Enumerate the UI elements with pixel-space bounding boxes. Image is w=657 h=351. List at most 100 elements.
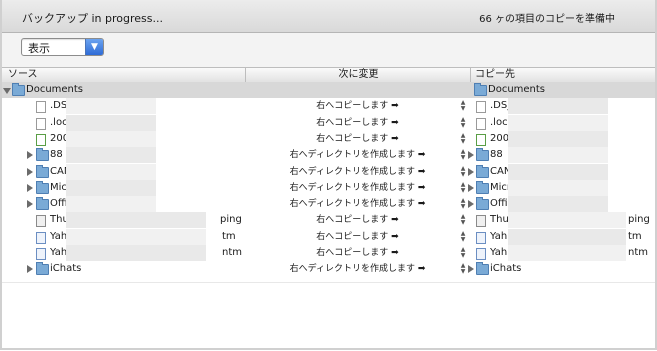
redacted-text	[66, 164, 156, 180]
folder-icon	[476, 197, 489, 210]
redacted-text	[66, 147, 156, 163]
table-row[interactable]: .loc 右へコピーします ➡ ▲ ▼ .loc	[0, 115, 657, 131]
table-row[interactable]: CAN 右へディレクトリを作成します ➡ ▲ ▼ CAN	[0, 164, 657, 180]
redacted-text	[66, 180, 156, 196]
disclosure-collapsed-icon[interactable]	[468, 184, 474, 192]
source-name-tail: ping	[220, 214, 242, 225]
table-row[interactable]: Yah tm 右へコピーします ➡ ▲ ▼ Yah tm	[0, 229, 657, 245]
disclosure-expanded-icon[interactable]	[3, 88, 11, 94]
disclosure-collapsed-icon[interactable]	[27, 184, 33, 192]
action-stepper-icon[interactable]: ▲ ▼	[460, 263, 466, 275]
redacted-text	[508, 229, 626, 245]
destination-name-tail: ntm	[628, 247, 648, 258]
root-folder-row[interactable]: Documents Documents	[0, 82, 657, 98]
redacted-text	[508, 245, 626, 261]
redacted-text	[66, 131, 156, 147]
column-destination[interactable]: コピー先	[470, 68, 657, 82]
disclosure-collapsed-icon[interactable]	[468, 168, 474, 176]
source-name-tail: ntm	[222, 247, 242, 258]
column-header: ソース 次に変更 コピー先	[0, 67, 657, 83]
source-name-tail: tm	[222, 231, 236, 242]
action-stepper-icon[interactable]: ▲ ▼	[460, 133, 466, 145]
action-stepper-icon[interactable]: ▲ ▼	[460, 149, 466, 161]
chevron-down-icon[interactable]: ▼	[85, 39, 103, 55]
progress-detail: 66 ヶの項目のコピーを準備中	[479, 14, 615, 25]
column-source[interactable]: ソース	[8, 68, 38, 82]
progress-title: バックアップ in progress...	[22, 12, 163, 25]
document-icon	[36, 101, 46, 113]
source-name: Documents	[26, 84, 84, 95]
source-name: iChats	[50, 263, 82, 274]
action-stepper-icon[interactable]: ▲ ▼	[460, 100, 466, 112]
action-label: 右へコピーします ➡	[316, 134, 399, 144]
web-document-icon	[36, 248, 46, 260]
window-border-left	[0, 0, 2, 350]
action-stepper-icon[interactable]: ▲ ▼	[460, 117, 466, 129]
action-stepper-icon[interactable]: ▲ ▼	[460, 182, 466, 194]
action-label: 右へディレクトリを作成します ➡	[289, 167, 426, 177]
destination-name: Thu	[490, 214, 509, 225]
action-stepper-icon[interactable]: ▲ ▼	[460, 247, 466, 259]
folder-icon	[476, 148, 489, 161]
disclosure-collapsed-icon[interactable]	[468, 200, 474, 208]
table-row[interactable]: Offi 右へディレクトリを作成します ➡ ▲ ▼ Offi	[0, 196, 657, 212]
destination-name: Offi	[490, 198, 508, 209]
action-label: 右へコピーします ➡	[316, 248, 399, 258]
action-stepper-icon[interactable]: ▲ ▼	[460, 166, 466, 178]
web-document-icon	[36, 232, 46, 244]
column-change[interactable]: 次に変更	[245, 68, 471, 82]
source-name: Yah	[50, 247, 68, 258]
folder-icon	[476, 165, 489, 178]
action-label: 右へコピーします ➡	[316, 232, 399, 242]
redacted-text	[508, 164, 608, 180]
disclosure-collapsed-icon[interactable]	[27, 200, 33, 208]
destination-name: iChats	[490, 263, 522, 274]
web-document-icon	[476, 248, 486, 260]
table-row[interactable]: iChats 右へディレクトリを作成します ➡ ▲ ▼ iChats	[0, 261, 657, 277]
redacted-text	[66, 98, 156, 114]
folder-icon	[36, 181, 49, 194]
destination-name: Documents	[488, 84, 546, 95]
redacted-text	[66, 196, 156, 212]
disclosure-collapsed-icon[interactable]	[468, 151, 474, 159]
redacted-text	[508, 196, 608, 212]
disclosure-collapsed-icon[interactable]	[468, 265, 474, 273]
redacted-text	[66, 212, 206, 228]
table-row[interactable]: 88 右へディレクトリを作成します ➡ ▲ ▼ 88	[0, 147, 657, 163]
action-stepper-icon[interactable]: ▲ ▼	[460, 231, 466, 243]
spreadsheet-icon	[476, 134, 486, 146]
folder-icon	[36, 165, 49, 178]
destination-name: 200	[490, 133, 510, 144]
action-label: 右へディレクトリを作成します ➡	[289, 199, 426, 209]
redacted-text	[508, 212, 626, 228]
disclosure-collapsed-icon[interactable]	[27, 151, 33, 159]
disclosure-collapsed-icon[interactable]	[27, 168, 33, 176]
view-select[interactable]: 表示 ▼	[21, 38, 104, 56]
folder-icon	[36, 262, 49, 275]
table-row[interactable]: 200 右へコピーします ➡ ▲ ▼ 200	[0, 131, 657, 147]
folder-icon	[36, 197, 49, 210]
view-select-value: 表示	[28, 42, 50, 55]
text-document-icon	[36, 215, 46, 227]
table-row[interactable]: .DS_ 右へコピーします ➡ ▲ ▼ .DS_	[0, 98, 657, 114]
action-stepper-icon[interactable]: ▲ ▼	[460, 214, 466, 226]
action-label: 右へディレクトリを作成します ➡	[289, 183, 426, 193]
source-name: 88	[50, 149, 63, 160]
redacted-text	[66, 115, 156, 131]
destination-name-tail: ping	[628, 214, 650, 225]
redacted-text	[508, 98, 608, 114]
disclosure-collapsed-icon[interactable]	[27, 265, 33, 273]
table-row[interactable]: Yah ntm 右へコピーします ➡ ▲ ▼ Yah ntm	[0, 245, 657, 261]
web-document-icon	[476, 232, 486, 244]
source-name: Yah	[50, 231, 68, 242]
document-icon	[476, 118, 486, 130]
document-icon	[476, 101, 486, 113]
text-document-icon	[476, 215, 486, 227]
table-row[interactable]: Micr 右へディレクトリを作成します ➡ ▲ ▼ Micr	[0, 180, 657, 196]
table-row[interactable]: Thu ping 右へコピーします ➡ ▲ ▼ Thu ping	[0, 212, 657, 228]
redacted-text	[508, 147, 608, 163]
redacted-text	[508, 115, 608, 131]
folder-icon	[476, 181, 489, 194]
action-stepper-icon[interactable]: ▲ ▼	[460, 198, 466, 210]
destination-name-tail: tm	[628, 231, 642, 242]
